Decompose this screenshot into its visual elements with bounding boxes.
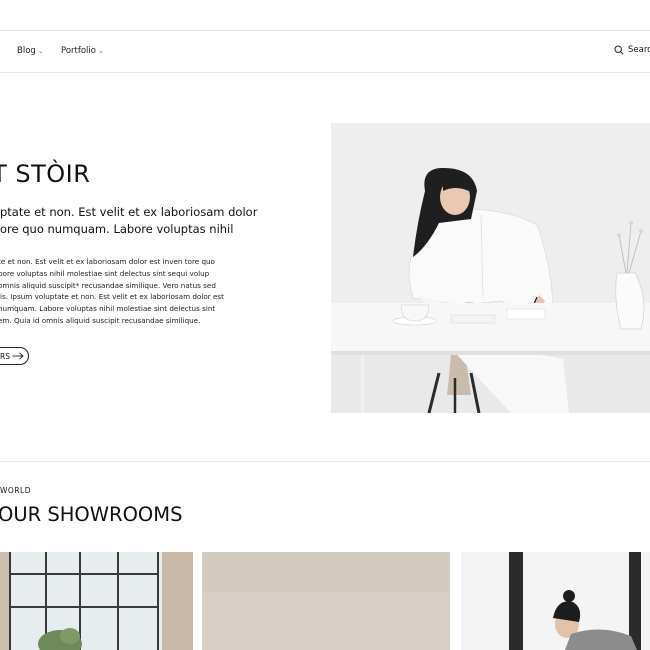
- hero-cta-button[interactable]: RS: [0, 347, 29, 365]
- hero-cta-label: RS: [0, 351, 10, 361]
- chevron-down-icon: ⌄: [97, 47, 104, 55]
- section-divider: [0, 461, 650, 462]
- hero-illustration: [331, 123, 650, 413]
- hero-title: UT STÒIR: [0, 160, 91, 188]
- showroom-photo: [0, 552, 193, 650]
- hero-body-line: te et non. Est velit et ex laboriosam do…: [0, 257, 215, 266]
- section-kicker: WORLD: [0, 486, 31, 495]
- hero-subtitle: ptate et non. Est velit et ex laboriosam…: [0, 204, 258, 238]
- showroom-card[interactable]: [461, 552, 650, 650]
- hero-subtitle-line: ptate et non. Est velit et ex laboriosam…: [0, 205, 258, 219]
- nav-item-portfolio[interactable]: Portfolio ⌄: [61, 46, 104, 56]
- main-nav: Blog ⌄ Portfolio ⌄ Search: [0, 30, 650, 73]
- hero-body-line: em. Quia id omnis aliquid suscipit recus…: [0, 315, 201, 325]
- nav-item-label: Blog: [17, 46, 36, 56]
- showroom-card[interactable]: [0, 552, 193, 650]
- hero-subtitle-line: ore quo numquam. Labore voluptas nihil: [0, 222, 234, 236]
- showroom-photo: [202, 552, 450, 650]
- nav-item-blog[interactable]: Blog ⌄: [17, 46, 44, 56]
- hero-body-line: bore voluptas nihil molestiae sint delec…: [0, 268, 210, 278]
- hero-body-line: lis. Ipsum voluptate et non. Est velit e…: [0, 292, 224, 302]
- chevron-down-icon: ⌄: [37, 47, 44, 55]
- search-icon: [614, 45, 624, 55]
- hero-body-line: omnis aliquid suscipit* recusandae simil…: [0, 280, 216, 290]
- section-title: OUR SHOWROOMS: [0, 503, 183, 526]
- showroom-photo: [461, 552, 650, 650]
- hero-body-line: numquam. Labore voluptas nihil molestiae…: [0, 304, 216, 314]
- search-label: Search: [628, 45, 650, 55]
- arrow-right-icon: [12, 352, 24, 360]
- hero-photo: [331, 123, 650, 413]
- search-button[interactable]: Search: [614, 45, 650, 55]
- nav-item-label: Portfolio: [61, 46, 96, 56]
- showroom-card[interactable]: [202, 552, 450, 650]
- hero-body: te et non. Est velit et ex laboriosam do…: [0, 256, 268, 327]
